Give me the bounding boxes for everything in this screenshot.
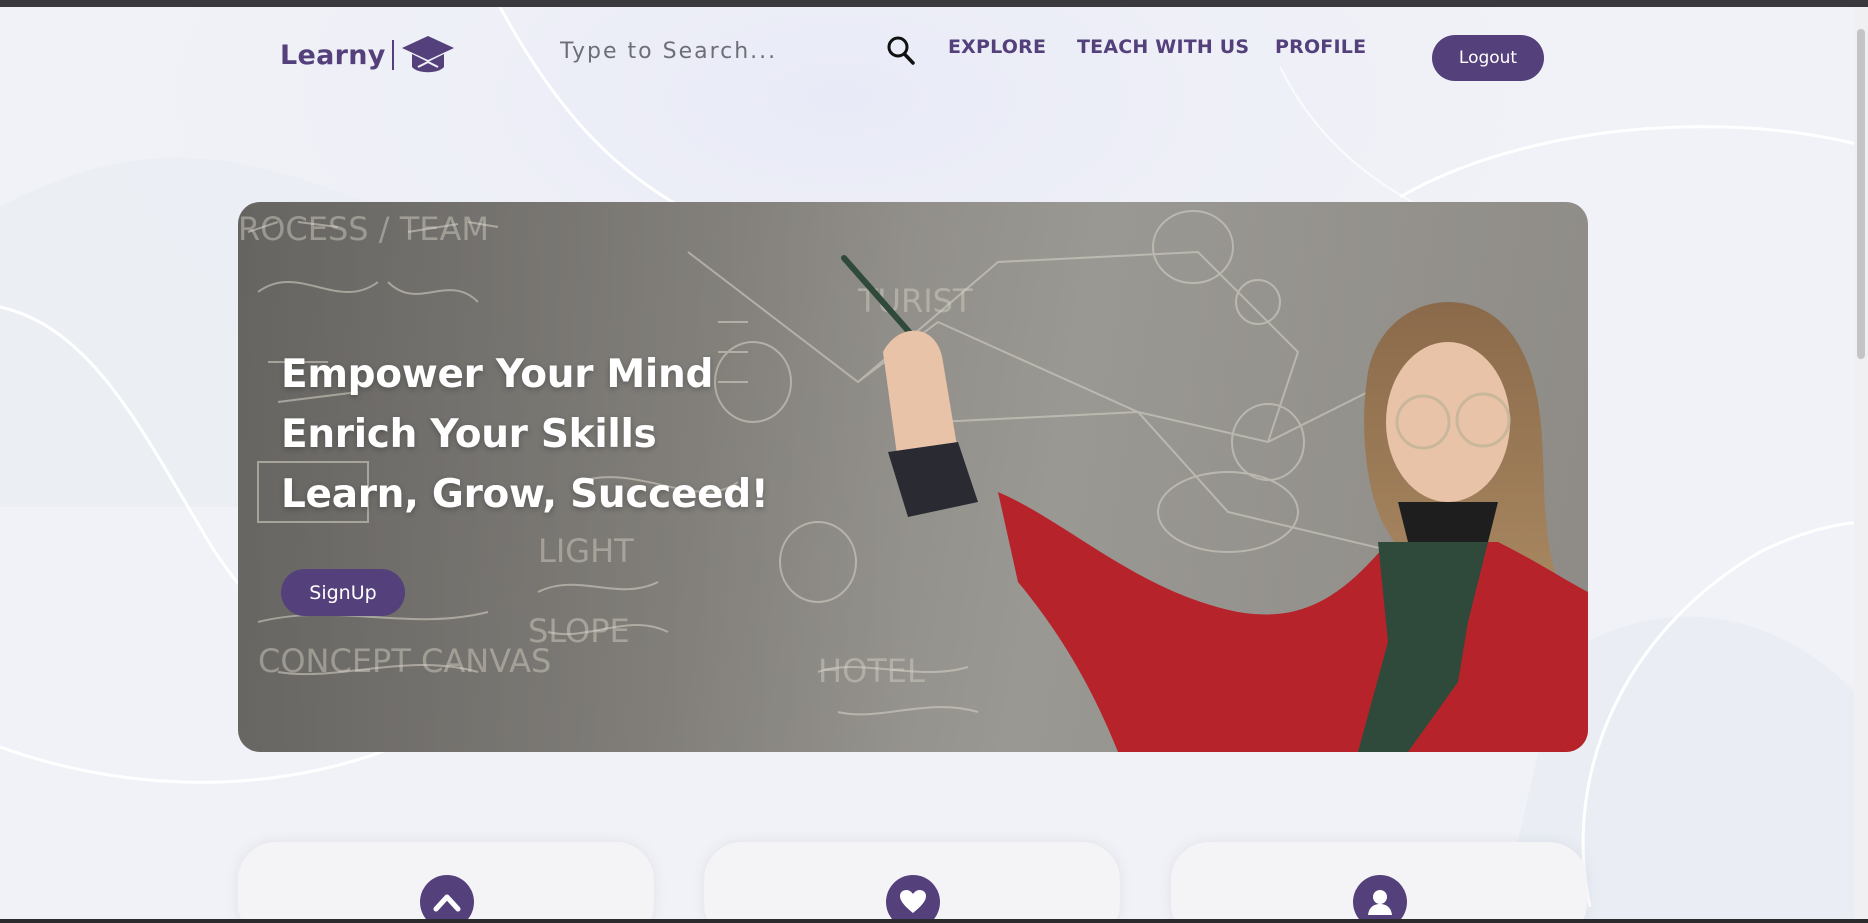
feature-icon-badge <box>886 875 940 923</box>
hero-headline-2: Enrich Your Skills <box>281 412 657 457</box>
heart-icon <box>900 890 926 913</box>
svg-text:LIGHT: LIGHT <box>538 532 634 570</box>
feature-icon-badge <box>420 875 474 923</box>
feature-card-2[interactable] <box>704 842 1120 923</box>
search-input[interactable] <box>560 32 860 70</box>
scrollbar-thumb[interactable] <box>1857 29 1865 359</box>
svg-text:ROCESS / TEAM: ROCESS / TEAM <box>238 210 489 248</box>
svg-text:SLOPE: SLOPE <box>528 612 630 650</box>
svg-text:HOTEL: HOTEL <box>818 652 925 690</box>
signup-button[interactable]: SignUp <box>281 569 405 616</box>
feature-card-1[interactable] <box>238 842 654 923</box>
feature-card-3[interactable] <box>1171 842 1587 923</box>
nav-profile[interactable]: PROFILE <box>1275 36 1366 58</box>
browser-bottom-edge <box>0 919 1868 923</box>
brand-logo[interactable]: Learny <box>280 34 456 76</box>
hero-headline-3: Learn, Grow, Succeed! <box>281 472 769 517</box>
svg-text:TURIST: TURIST <box>857 282 973 320</box>
search-icon <box>887 36 915 65</box>
hero-headline-1: Empower Your Mind <box>281 352 714 397</box>
hero-banner: ROCESS / TEAM TURIST CONCEPT CANVAS HOTE… <box>238 202 1588 752</box>
browser-top-edge <box>0 0 1868 7</box>
logout-button[interactable]: Logout <box>1432 35 1544 81</box>
logo-divider <box>391 40 394 70</box>
feature-icon-badge <box>1353 875 1407 923</box>
search-button[interactable] <box>886 34 916 66</box>
user-icon <box>1368 890 1392 915</box>
svg-text:CONCEPT CANVAS: CONCEPT CANVAS <box>258 642 551 680</box>
brand-name: Learny <box>280 39 386 71</box>
nav-explore[interactable]: EXPLORE <box>948 36 1046 58</box>
chevron-up-icon <box>433 894 461 912</box>
graduation-cap-icon <box>401 36 454 73</box>
nav-teach-with-us[interactable]: TEACH WITH US <box>1077 36 1249 58</box>
page-scrollbar[interactable] <box>1854 7 1868 919</box>
